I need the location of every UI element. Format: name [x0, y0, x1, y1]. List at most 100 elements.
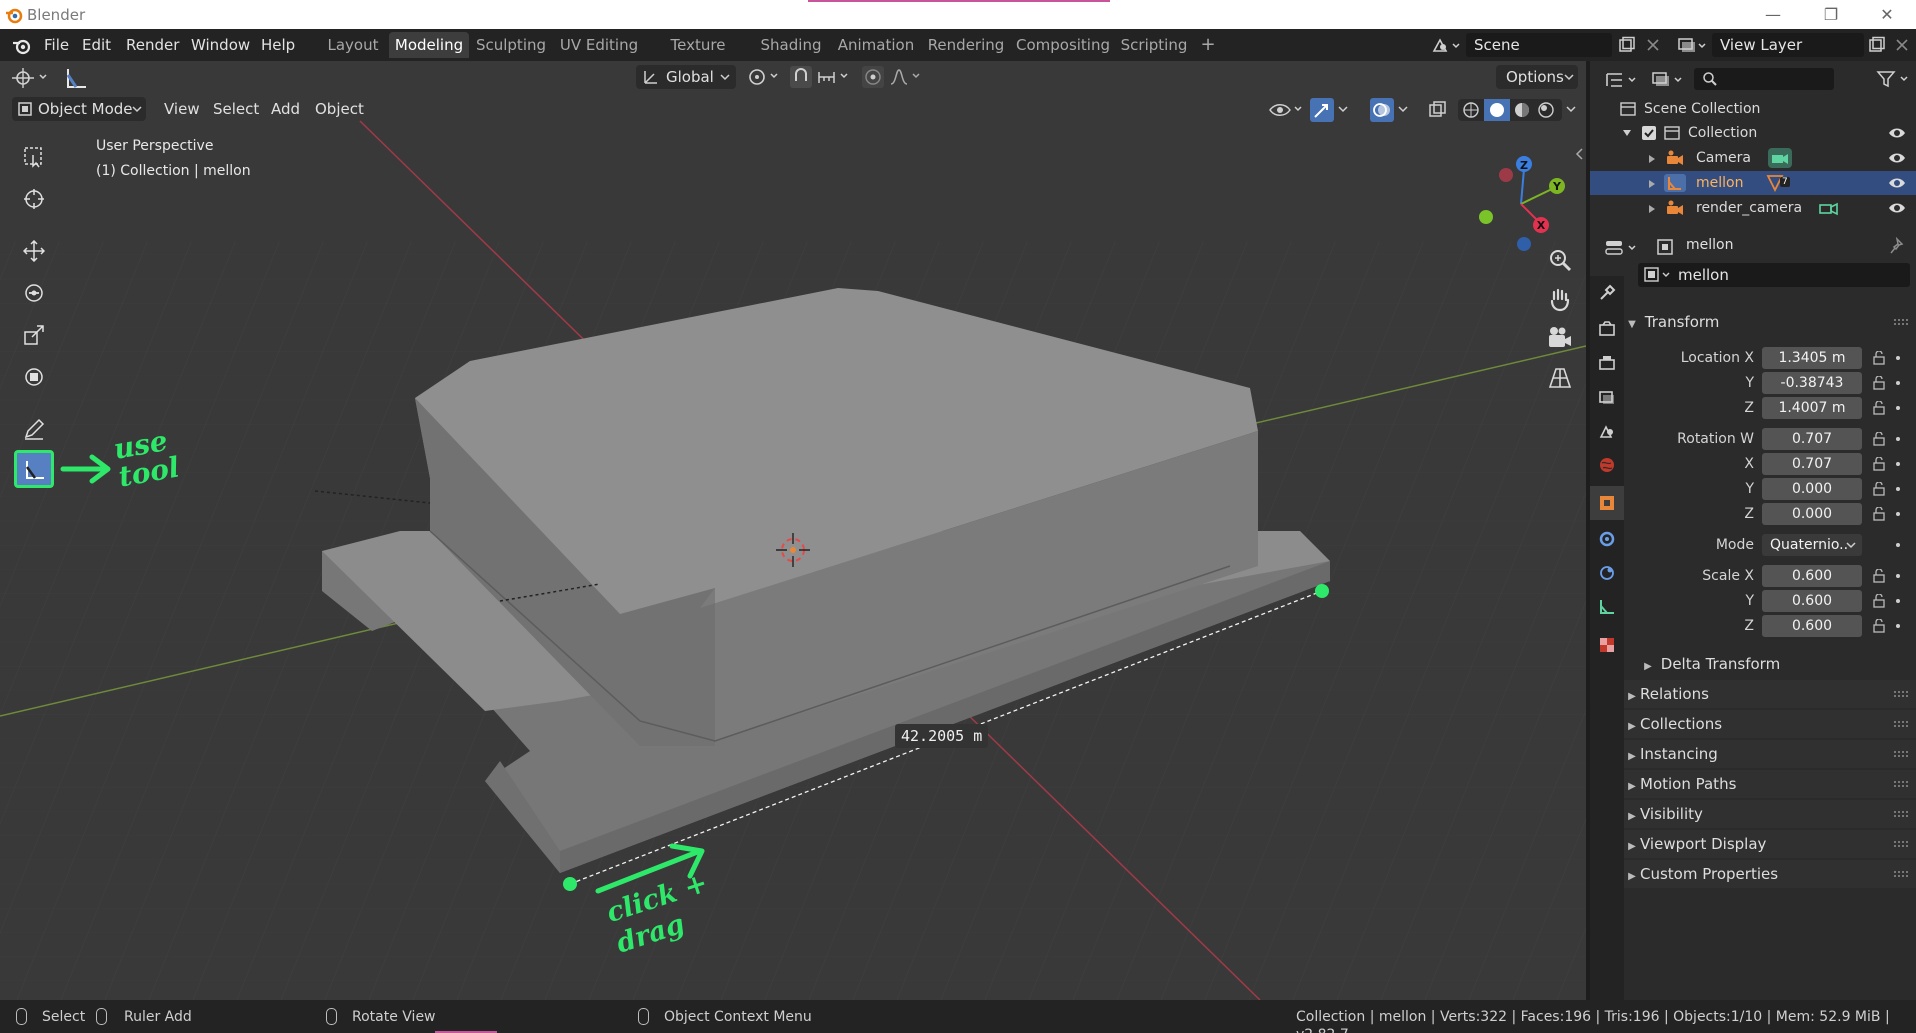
outliner-scene-collection[interactable]: Scene Collection	[1590, 97, 1916, 121]
panel-relations[interactable]: ▶ Relations	[1624, 680, 1916, 708]
transform-panel-header[interactable]: ▼ Transform	[1624, 308, 1916, 336]
keyframe-dot-icon[interactable]	[1896, 543, 1900, 547]
panel-drag-grip-icon[interactable]	[1894, 841, 1908, 847]
keyframe-dot-icon[interactable]	[1896, 437, 1900, 441]
tab-uv-editing[interactable]: UV Editing	[555, 32, 643, 58]
scene-selector-icon[interactable]	[1430, 36, 1462, 56]
outliner-item-camera[interactable]: Camera	[1590, 146, 1916, 170]
viewport-menu-select[interactable]: Select	[213, 97, 259, 121]
active-tool-measure-icon[interactable]	[64, 65, 90, 91]
close-button[interactable]: ✕	[1866, 2, 1908, 27]
panel-visibility[interactable]: ▶ Visibility	[1624, 800, 1916, 828]
camera-data-icon[interactable]	[1818, 199, 1840, 217]
scale-x-field[interactable]: 0.600	[1762, 565, 1862, 587]
panel-drag-grip-icon[interactable]	[1894, 751, 1908, 757]
viewport-scene-canvas[interactable]	[0, 61, 1586, 1000]
panel-collections[interactable]: ▶ Collections	[1624, 710, 1916, 738]
rotation-w-field[interactable]: 0.707	[1762, 428, 1862, 450]
lock-icon[interactable]	[1872, 351, 1886, 365]
perspective-toggle-icon[interactable]	[1546, 363, 1574, 391]
checkbox-checked-icon[interactable]	[1642, 126, 1656, 140]
pin-icon[interactable]	[1890, 237, 1908, 255]
pivot-point-icon[interactable]	[746, 66, 782, 88]
outliner-item-collection[interactable]: Collection	[1590, 121, 1916, 145]
tab-animation[interactable]: Animation	[834, 32, 918, 58]
lock-icon[interactable]	[1872, 507, 1886, 521]
visibility-eye-icon[interactable]	[1888, 150, 1906, 166]
expand-arrow-icon[interactable]	[1648, 180, 1656, 188]
filter-icon[interactable]	[1876, 69, 1912, 89]
sidebar-expand-chevron-icon[interactable]	[1574, 147, 1586, 161]
keyframe-dot-icon[interactable]	[1896, 487, 1900, 491]
camera-view-icon[interactable]	[1546, 324, 1574, 352]
properties-editor-type-icon[interactable]	[1604, 238, 1640, 258]
keyframe-dot-icon[interactable]	[1896, 512, 1900, 516]
keyframe-dot-icon[interactable]	[1896, 356, 1900, 360]
lock-icon[interactable]	[1872, 594, 1886, 608]
outliner-item-render-camera[interactable]: render_camera	[1590, 196, 1916, 220]
location-y-field[interactable]: -0.38743	[1762, 372, 1862, 394]
keyframe-dot-icon[interactable]	[1896, 599, 1900, 603]
blender-menu-icon[interactable]	[12, 37, 32, 55]
proportional-editing-icon[interactable]	[862, 66, 884, 88]
keyframe-dot-icon[interactable]	[1896, 624, 1900, 628]
lock-icon[interactable]	[1872, 619, 1886, 633]
panel-drag-grip-icon[interactable]	[1894, 781, 1908, 787]
viewport-menu-view[interactable]: View	[164, 97, 200, 121]
gizmo-options-chevron-icon[interactable]	[1338, 105, 1348, 113]
object-mode-dropdown[interactable]: Object Mode	[12, 97, 146, 121]
location-z-field[interactable]: 1.4007 m	[1762, 397, 1862, 419]
delete-scene-icon[interactable]	[1645, 37, 1661, 53]
physics-tab-icon[interactable]	[1598, 564, 1616, 582]
object-name-field[interactable]: mellon	[1638, 263, 1910, 287]
xray-toggle-icon[interactable]	[1428, 100, 1448, 120]
overlays-options-chevron-icon[interactable]	[1398, 105, 1408, 113]
panel-drag-grip-icon[interactable]	[1894, 319, 1908, 325]
3d-viewport[interactable]: Global Options Object Mode View Select A…	[0, 61, 1586, 1000]
render-tab-icon[interactable]	[1598, 320, 1616, 338]
overlays-toggle-icon[interactable]	[1370, 98, 1394, 122]
delete-view-layer-icon[interactable]	[1894, 37, 1910, 53]
lock-icon[interactable]	[1872, 401, 1886, 415]
snap-toggle-icon[interactable]	[790, 66, 812, 88]
minimize-button[interactable]: —	[1752, 2, 1794, 27]
scene-tab-icon[interactable]	[1598, 422, 1616, 440]
lock-icon[interactable]	[1872, 482, 1886, 496]
navigation-gizmo[interactable]: Z Y X	[1468, 141, 1576, 251]
texture-tab-icon[interactable]	[1598, 636, 1616, 654]
pan-view-hand-icon[interactable]	[1546, 285, 1574, 313]
keyframe-dot-icon[interactable]	[1896, 406, 1900, 410]
tool-rotate[interactable]	[14, 274, 54, 312]
viewport-menu-add[interactable]: Add	[271, 97, 300, 121]
menu-window[interactable]: Window	[191, 34, 250, 56]
tool-settings-tab-icon[interactable]	[1598, 284, 1616, 302]
shading-mode-switcher-icon[interactable]	[1458, 99, 1562, 121]
outliner-search-input[interactable]	[1694, 68, 1834, 90]
selectability-visibility-icon[interactable]	[1268, 99, 1304, 121]
view-layer-name-field[interactable]: View Layer	[1712, 33, 1864, 57]
tool-transform[interactable]	[14, 358, 54, 396]
visibility-eye-icon[interactable]	[1888, 200, 1906, 216]
view-layer-tab-icon[interactable]	[1598, 388, 1616, 406]
menu-file[interactable]: File	[44, 34, 69, 56]
tool-annotate[interactable]	[14, 410, 54, 448]
panel-custom-properties[interactable]: ▶ Custom Properties	[1624, 860, 1916, 888]
object-tab-icon[interactable]	[1598, 494, 1616, 512]
gizmo-toggle-icon[interactable]	[1310, 98, 1334, 122]
menu-help[interactable]: Help	[261, 34, 295, 56]
display-mode-icon[interactable]	[1650, 70, 1686, 90]
view-layer-selector-icon[interactable]	[1676, 36, 1708, 56]
keyframe-dot-icon[interactable]	[1896, 381, 1900, 385]
modifiers-tab-icon[interactable]	[1598, 530, 1616, 548]
scale-z-field[interactable]: 0.600	[1762, 615, 1862, 637]
proportional-falloff-icon[interactable]	[888, 66, 924, 88]
panel-motion-paths[interactable]: ▶ Motion Paths	[1624, 770, 1916, 798]
panel-drag-grip-icon[interactable]	[1894, 721, 1908, 727]
visibility-eye-icon[interactable]	[1888, 175, 1906, 191]
output-tab-icon[interactable]	[1598, 354, 1616, 372]
tool-select-box[interactable]	[14, 138, 54, 176]
lock-icon[interactable]	[1872, 432, 1886, 446]
rotation-mode-dropdown[interactable]: Quaternio..	[1762, 534, 1862, 556]
expand-arrow-icon[interactable]	[1648, 205, 1656, 213]
options-dropdown[interactable]: Options	[1496, 65, 1578, 89]
